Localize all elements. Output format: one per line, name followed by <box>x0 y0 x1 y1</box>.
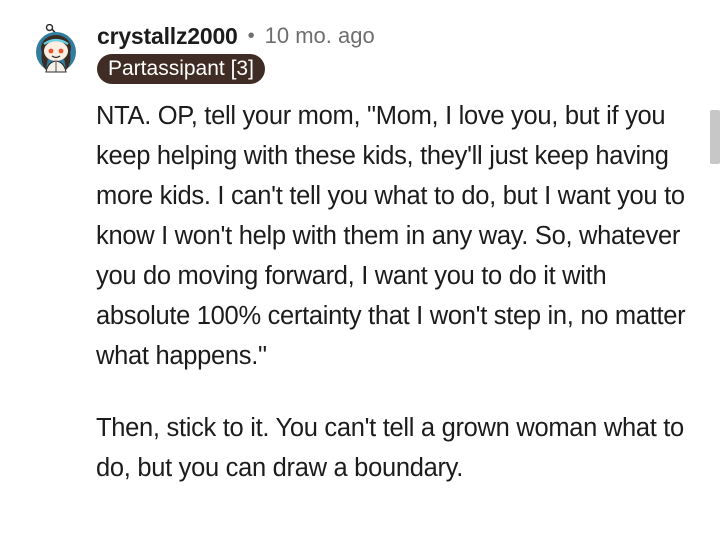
comment-paragraph-1: NTA. OP, tell your mom, "Mom, I love you… <box>96 102 686 370</box>
scrollbar-thumb[interactable] <box>710 110 720 164</box>
timestamp: 10 mo. ago <box>264 23 375 48</box>
user-flair-badge: Partassipant [3] <box>97 54 265 84</box>
snoo-avatar-icon[interactable] <box>34 24 78 76</box>
comment-paragraph-2: Then, stick to it. You can't tell a grow… <box>96 414 684 482</box>
meta-separator: • <box>247 25 255 47</box>
username-link[interactable]: crystallz2000 <box>97 23 238 50</box>
comment-body: NTA. OP, tell your mom, "Mom, I love you… <box>96 96 696 488</box>
comment-meta: crystallz2000 • 10 mo. ago <box>97 20 375 52</box>
